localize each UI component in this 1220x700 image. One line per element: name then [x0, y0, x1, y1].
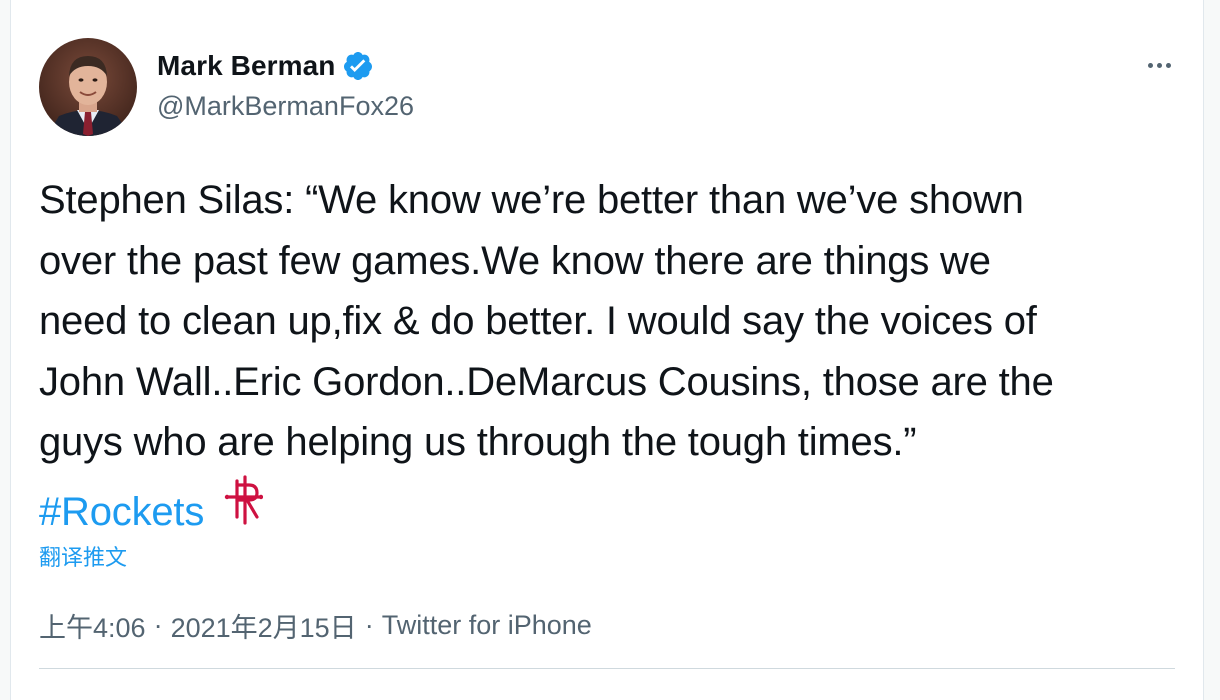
tweet-card: Mark Berman @MarkBermanFox26 Stephen Sil…	[10, 0, 1204, 700]
more-dot-icon	[1147, 62, 1153, 68]
translate-tweet-link[interactable]: 翻译推文	[39, 540, 127, 572]
avatar[interactable]	[39, 38, 137, 136]
tweet-text-line: Stephen Silas: “We know we’re better tha…	[39, 178, 1024, 222]
author-name-row: Mark Berman	[157, 50, 374, 82]
tweet-meta: 上午4:06 · 2021年2月15日 · Twitter for iPhone	[39, 606, 592, 645]
tweet-text-line: need to clean up,fix & do better. I woul…	[39, 299, 1037, 343]
tweet-text-line: John Wall..Eric Gordon..DeMarcus Cousins…	[39, 359, 1054, 404]
avatar-image	[39, 38, 137, 136]
author-handle[interactable]: @MarkBermanFox26	[157, 91, 414, 122]
tweet-text-line: over the past few games.We know there ar…	[39, 238, 991, 283]
tweet-date[interactable]: 2021年2月15日	[171, 606, 357, 645]
verified-badge-icon	[342, 50, 374, 82]
more-dot-icon	[1156, 62, 1162, 68]
rockets-logo-icon	[223, 473, 264, 525]
more-dot-icon	[1165, 62, 1171, 68]
tweet-text-line: guys who are helping us through the toug…	[39, 420, 917, 464]
meta-separator: ·	[364, 610, 374, 640]
tweet-text: Stephen Silas: “We know we’re better tha…	[39, 170, 1189, 542]
author-name[interactable]: Mark Berman	[157, 50, 336, 82]
meta-separator: ·	[153, 610, 163, 640]
divider	[39, 668, 1175, 669]
hashtag-row: #Rockets	[39, 473, 1189, 543]
tweet-time[interactable]: 上午4:06	[39, 606, 146, 645]
more-options-button[interactable]	[1139, 50, 1179, 80]
hashtag-link[interactable]: #Rockets	[39, 490, 204, 534]
tweet-source[interactable]: Twitter for iPhone	[382, 610, 592, 641]
